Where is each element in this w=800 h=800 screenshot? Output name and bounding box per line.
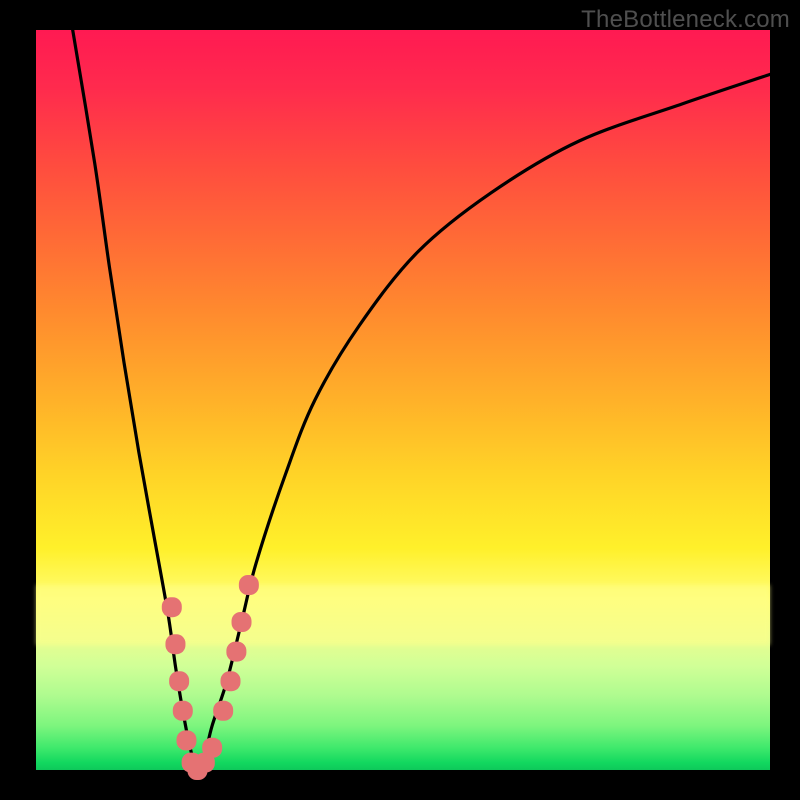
- curve-marker: [173, 701, 193, 721]
- bottleneck-curve: [73, 30, 770, 770]
- watermark-text: TheBottleneck.com: [581, 6, 790, 34]
- plot-area: [36, 30, 770, 770]
- chart-frame: TheBottleneck.com: [0, 0, 800, 800]
- curve-marker: [226, 642, 246, 662]
- curve-marker: [162, 597, 182, 617]
- curve-marker: [232, 612, 252, 632]
- curve-marker: [202, 738, 222, 758]
- curve-marker: [221, 671, 241, 691]
- curve-marker: [239, 575, 259, 595]
- curve-layer: [36, 30, 770, 770]
- curve-marker: [169, 671, 189, 691]
- curve-marker: [176, 730, 196, 750]
- curve-marker: [213, 701, 233, 721]
- curve-marker: [165, 634, 185, 654]
